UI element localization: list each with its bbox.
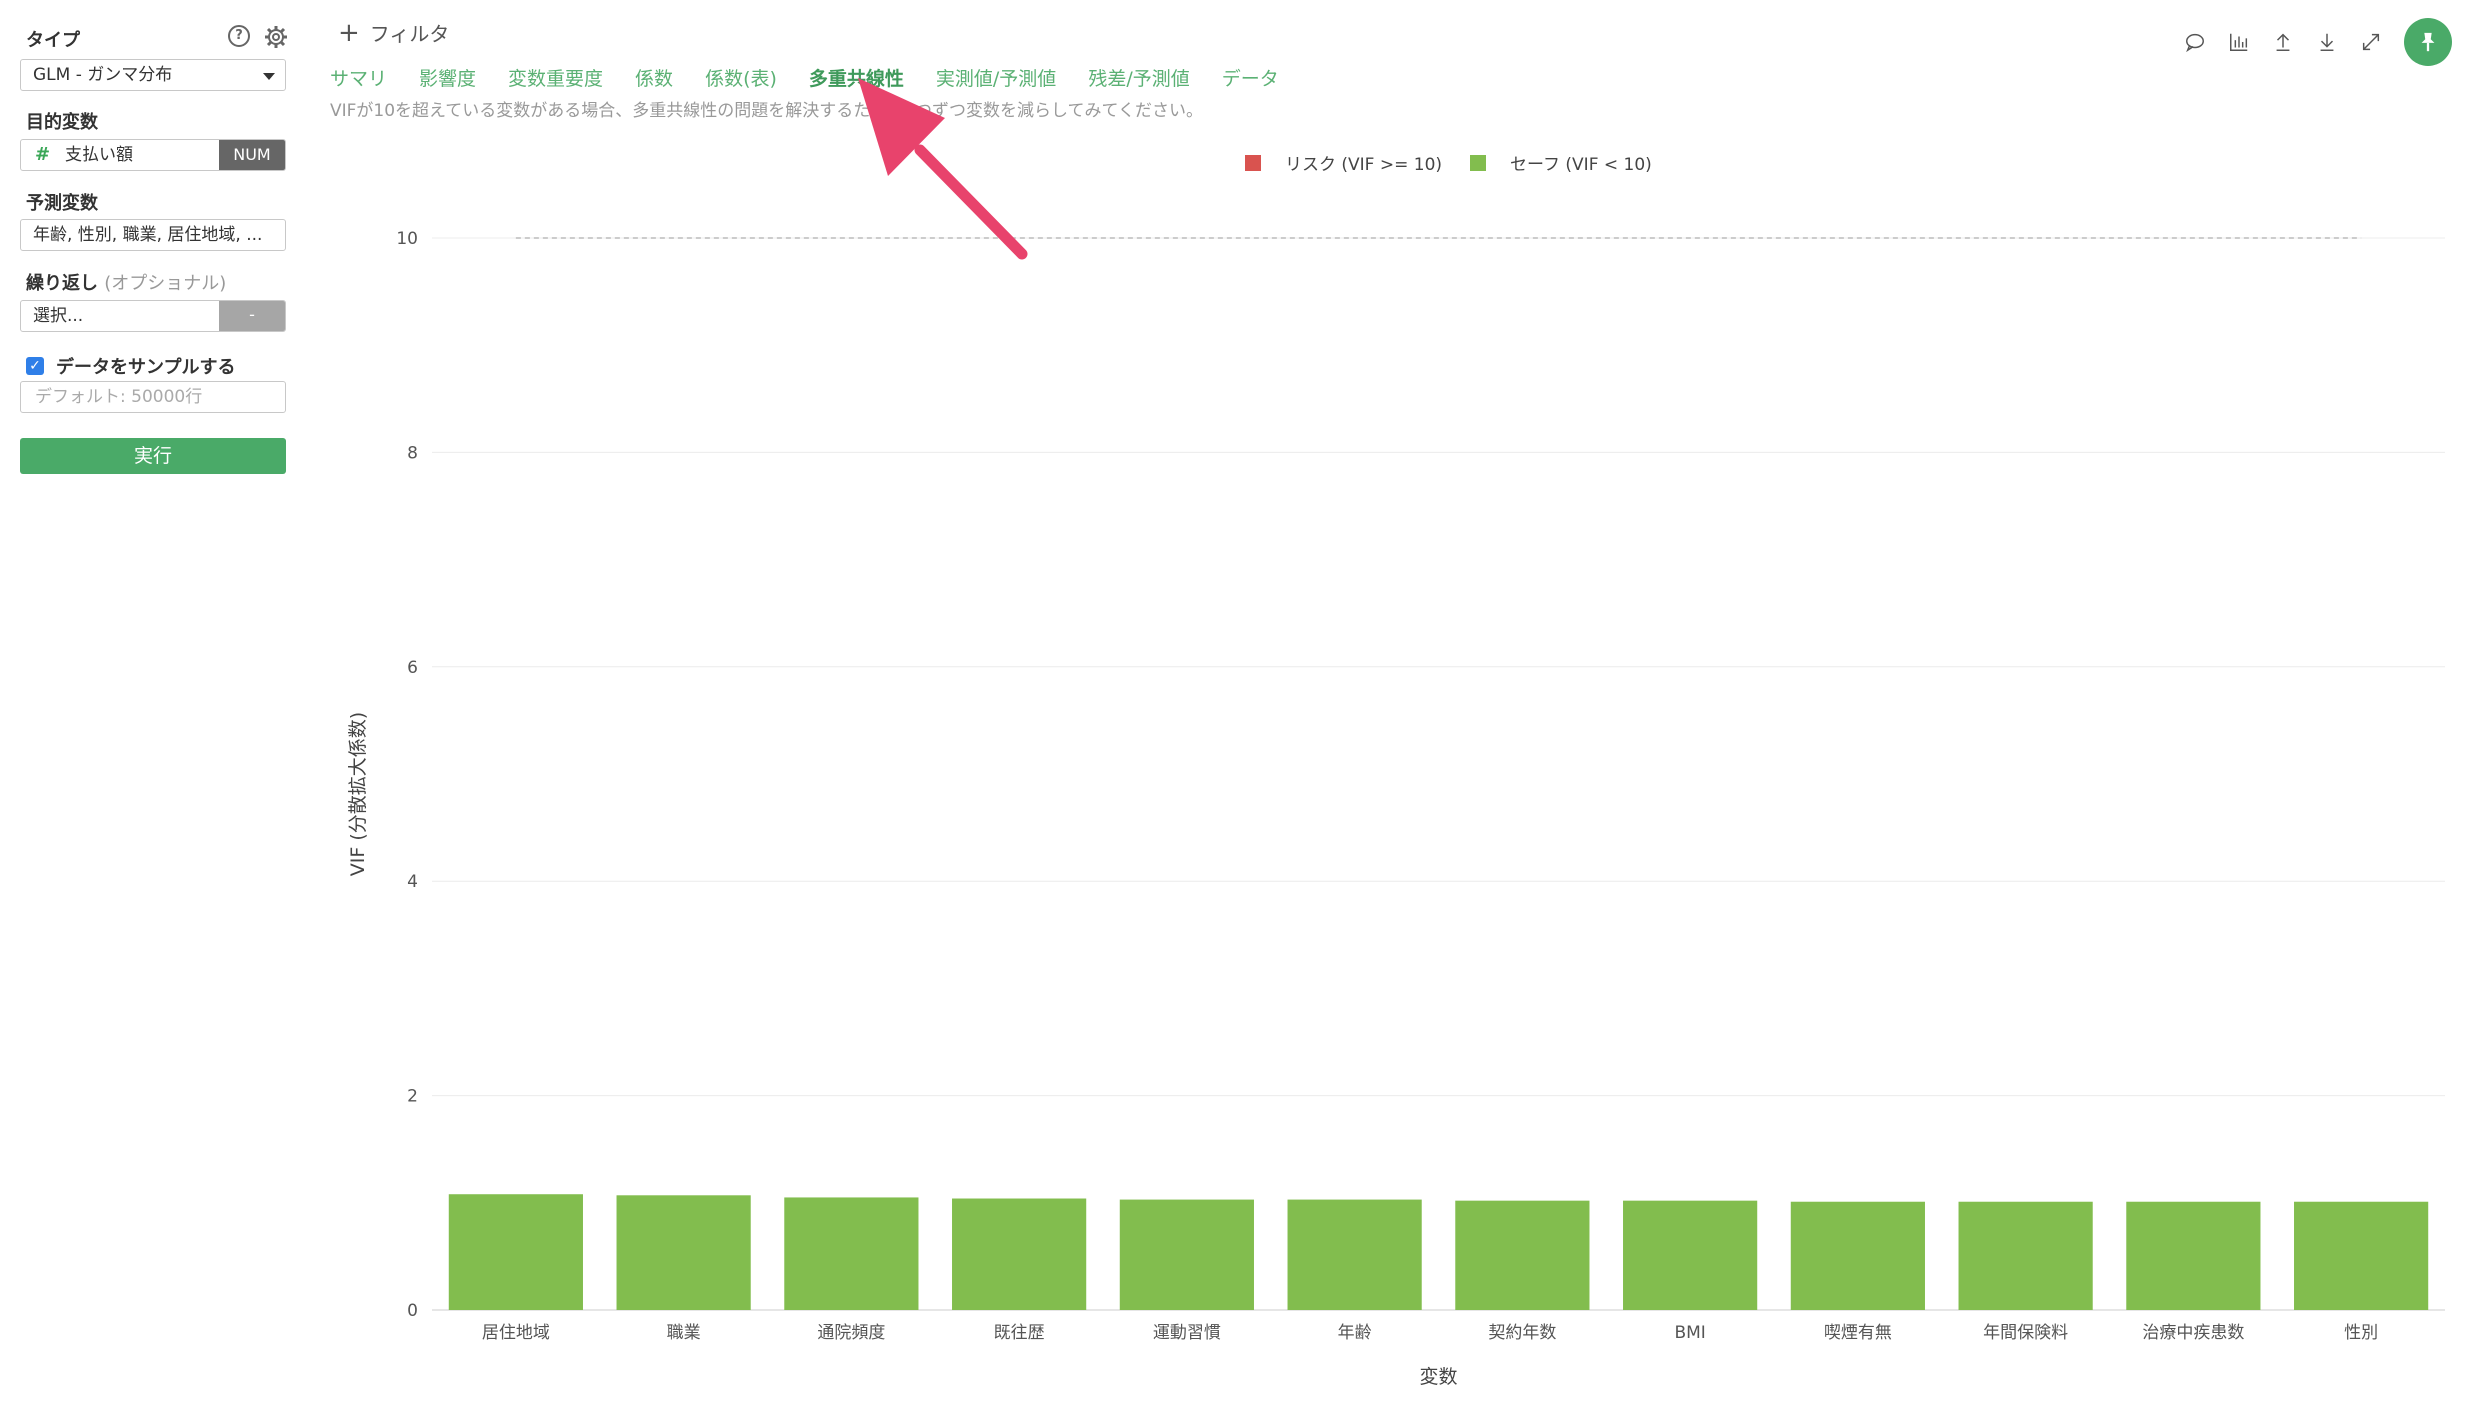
bar[interactable] (784, 1197, 919, 1310)
tab-residual-vs-predicted[interactable]: 残差/予測値 (1088, 64, 1189, 91)
predictor-variables-field[interactable]: 年齢, 性別, 職業, 居住地域, ... (20, 219, 286, 251)
x-tick-label: 年齢 (1338, 1323, 1372, 1343)
target-variable-value: 支払い額 (65, 145, 133, 165)
upload-icon[interactable] (2272, 31, 2294, 53)
comment-icon[interactable] (2184, 31, 2206, 53)
filter-label: フィルタ (369, 22, 450, 46)
chart-icon[interactable] (2228, 31, 2250, 53)
chevron-down-icon (263, 73, 275, 80)
sidebar: タイプ ? GLM - ガンマ分布 目的変数 # 支払い額 NUM 予測変数 年… (0, 0, 300, 1402)
sample-checkbox[interactable]: ✓ (26, 357, 44, 375)
bar[interactable] (1119, 1199, 1254, 1310)
bar[interactable] (2294, 1201, 2429, 1310)
vif-description: VIFが10を超えている変数がある場合、多重共線性の問題を解決するために1つずつ… (330, 101, 1203, 121)
y-tick-label: 6 (407, 658, 418, 678)
repeat-field[interactable]: 選択... - (20, 300, 286, 332)
x-tick-label: 居住地域 (482, 1323, 550, 1343)
sample-row: ✓ データをサンプルする (26, 353, 235, 379)
x-axis-title: 変数 (1419, 1366, 1457, 1388)
gear-icon[interactable] (264, 25, 288, 49)
bar[interactable] (2126, 1201, 2261, 1310)
type-row-icons: ? (228, 25, 288, 49)
bar[interactable] (1287, 1199, 1422, 1310)
predictor-label: 予測変数 (26, 193, 98, 214)
pin-icon (2421, 32, 2435, 52)
y-tick-label: 2 (407, 1087, 418, 1107)
chart-legend: リスク (VIF >= 10) セーフ (VIF < 10) (1245, 150, 1680, 175)
bar[interactable] (616, 1195, 751, 1310)
tab-coefficients[interactable]: 係数 (635, 64, 673, 91)
x-tick-label: 通院頻度 (817, 1323, 885, 1343)
tab-influence[interactable]: 影響度 (419, 64, 476, 91)
bar[interactable] (448, 1194, 583, 1310)
sample-label: データをサンプルする (56, 357, 236, 378)
tab-variable-importance[interactable]: 変数重要度 (508, 64, 603, 91)
x-tick-label: 契約年数 (1488, 1323, 1556, 1343)
repeat-label-text: 繰り返し (26, 273, 98, 294)
help-icon[interactable]: ? (228, 25, 250, 47)
legend-swatch-safe (1470, 154, 1487, 171)
x-tick-label: 職業 (667, 1323, 701, 1343)
y-tick-label: 10 (396, 229, 418, 249)
repeat-label: 繰り返し (オプショナル) (26, 269, 226, 295)
add-filter-button[interactable]: + フィルタ (338, 18, 449, 47)
toolbar (2184, 18, 2452, 66)
app-root: タイプ ? GLM - ガンマ分布 目的変数 # 支払い額 NUM 予測変数 年… (0, 0, 2472, 1402)
sample-size-input[interactable]: デフォルト: 50000行 (20, 381, 286, 413)
legend-label-risk: リスク (VIF >= 10) (1285, 155, 1443, 175)
target-label: 目的変数 (26, 112, 98, 133)
bar[interactable] (952, 1198, 1087, 1310)
bar[interactable] (1790, 1201, 1925, 1310)
x-tick-label: 性別 (2344, 1323, 2378, 1343)
x-tick-label: 治療中疾患数 (2142, 1323, 2244, 1343)
y-tick-label: 4 (407, 872, 418, 892)
legend-label-safe: セーフ (VIF < 10) (1510, 155, 1652, 175)
pin-button[interactable] (2404, 18, 2452, 66)
run-button[interactable]: 実行 (20, 438, 286, 474)
repeat-optional-text: (オプショナル) (104, 273, 227, 294)
y-tick-label: 0 (407, 1301, 418, 1321)
plus-icon: + (338, 17, 360, 48)
x-tick-label: 年間保険料 (1983, 1323, 2068, 1343)
x-tick-label: 既往歴 (994, 1323, 1045, 1343)
y-axis-title: VIF (分散拡大係数) (347, 712, 369, 876)
expand-icon[interactable] (2360, 31, 2382, 53)
tab-summary[interactable]: サマリ (330, 64, 387, 91)
tab-coefficients-table[interactable]: 係数(表) (705, 64, 777, 91)
num-type-badge[interactable]: NUM (219, 140, 285, 170)
numeric-hash-icon: # (35, 144, 51, 165)
bar[interactable] (1958, 1201, 2093, 1310)
legend-item-risk[interactable]: リスク (VIF >= 10) (1245, 150, 1442, 175)
analysis-tabs: サマリ 影響度 変数重要度 係数 係数(表) 多重共線性 実測値/予測値 残差/… (330, 64, 1279, 91)
legend-item-safe[interactable]: セーフ (VIF < 10) (1470, 150, 1652, 175)
bar[interactable] (1455, 1200, 1590, 1310)
tab-data[interactable]: データ (1222, 64, 1279, 91)
tab-actual-vs-predicted[interactable]: 実測値/予測値 (936, 64, 1056, 91)
y-tick-label: 8 (407, 443, 418, 463)
repeat-select-value: 選択... (33, 306, 84, 326)
annotation-arrow-shaft (914, 144, 1028, 260)
bar[interactable] (1623, 1200, 1758, 1310)
x-tick-label: 喫煙有無 (1824, 1323, 1892, 1343)
vif-bar-chart: 0 2 4 6 8 10 居住地域 職業 通院頻度 既往歴 運動習慣 年齢 契約年数 BMI 喫煙有無 年間保… (347, 78, 2445, 1388)
type-label: タイプ (26, 30, 80, 51)
type-select[interactable]: GLM - ガンマ分布 (20, 59, 286, 91)
type-select-value: GLM - ガンマ分布 (33, 65, 173, 85)
x-tick-label: 運動習慣 (1153, 1323, 1221, 1343)
legend-swatch-risk (1245, 154, 1261, 171)
download-icon[interactable] (2316, 31, 2338, 53)
repeat-clear-button[interactable]: - (219, 301, 285, 331)
x-tick-label: BMI (1674, 1323, 1705, 1343)
tab-multicollinearity[interactable]: 多重共線性 (809, 64, 904, 91)
annotation-arrow-head (858, 78, 945, 176)
target-variable-field[interactable]: # 支払い額 NUM (20, 139, 286, 171)
